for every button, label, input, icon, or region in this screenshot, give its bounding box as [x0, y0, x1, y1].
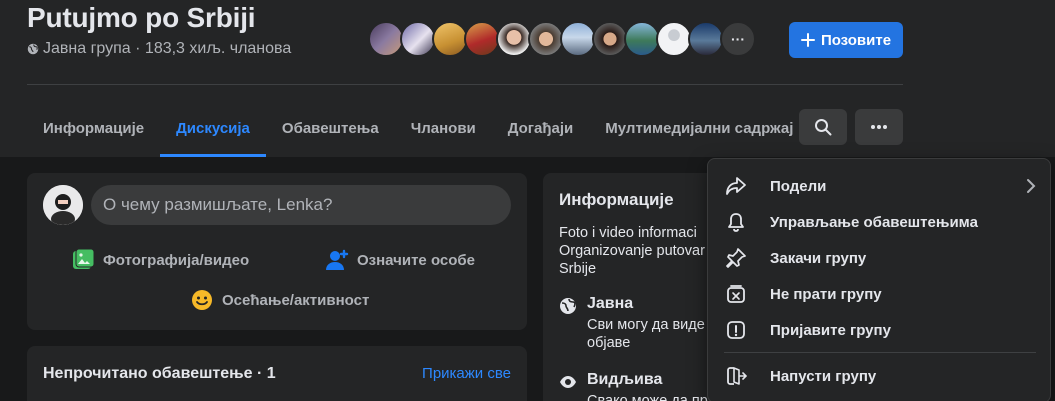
menu-item-label: Не прати групу: [770, 285, 882, 303]
member-avatars[interactable]: ···: [368, 21, 756, 57]
avatar[interactable]: [432, 21, 468, 57]
group-tabs: Информације Дискусија Обавештења Чланови…: [27, 99, 809, 157]
search-icon: [815, 119, 832, 136]
menu-item-label: Подели: [770, 177, 827, 195]
visible-desc: Свако може да пр: [587, 393, 708, 401]
menu-item-report[interactable]: Пријавите групу: [716, 312, 1044, 348]
group-meta: Јавна група · 183,3 хиљ. чланова: [27, 40, 291, 58]
globe-icon: [560, 298, 576, 314]
tab-events[interactable]: Догађаји: [492, 99, 590, 157]
tab-announcements[interactable]: Обавештења: [266, 99, 395, 157]
menu-item-pin-group[interactable]: Закачи групу: [716, 240, 1044, 276]
about-description: Foto i video informaci Organizovanje put…: [559, 225, 705, 277]
menu-divider: [724, 352, 1036, 353]
post-composer: О чему размишљате, Lenka? Фотографија/ви…: [27, 173, 527, 330]
feeling-activity-button[interactable]: Осећање/активност: [190, 288, 369, 312]
group-title[interactable]: Putujmo po Srbiji: [27, 2, 256, 34]
report-icon: [724, 318, 748, 342]
avatar[interactable]: [368, 21, 404, 57]
tag-people-icon: [326, 249, 349, 270]
composer-input[interactable]: О чему размишљате, Lenka?: [91, 185, 511, 225]
photo-icon: [73, 248, 95, 269]
search-button[interactable]: [799, 109, 847, 145]
menu-item-label: Пријавите групу: [770, 321, 891, 339]
visible-row: Видљива Свако може да пр: [559, 371, 711, 401]
invite-label: Позовите: [820, 31, 892, 49]
public-row: Јавна Сви могу да виде објаве: [559, 295, 711, 352]
chevron-right-icon: [1026, 178, 1036, 199]
more-members-button[interactable]: ···: [720, 21, 756, 57]
composer-placeholder: О чему размишљате, Lenka?: [103, 195, 333, 214]
group-meta-text: Јавна група · 183,3 хиљ. чланова: [43, 40, 292, 57]
tag-people-button[interactable]: Означите особе: [325, 248, 475, 272]
share-icon: [724, 174, 748, 198]
more-members-label: ···: [731, 31, 745, 47]
menu-item-share[interactable]: Подели: [716, 168, 1044, 204]
more-icon: [871, 125, 887, 129]
unfollow-icon: [724, 282, 748, 306]
tab-discussion[interactable]: Дискусија: [160, 99, 266, 157]
plus-icon: [800, 33, 815, 47]
invite-button[interactable]: Позовите: [789, 22, 903, 58]
menu-item-label: Закачи групу: [770, 249, 867, 267]
avatar[interactable]: [688, 21, 724, 57]
avatar[interactable]: [400, 21, 436, 57]
tab-members[interactable]: Чланови: [395, 99, 492, 157]
photo-video-button[interactable]: Фотографија/видео: [71, 248, 249, 272]
pin-icon: [724, 246, 748, 270]
see-all-link[interactable]: Прикажи све: [422, 365, 511, 382]
menu-item-manage-notifications[interactable]: Управљање обавештењима: [716, 204, 1044, 240]
avatar[interactable]: [560, 21, 596, 57]
unread-announcements-card: Непрочитано обавештење · 1 Прикажи све: [27, 346, 527, 401]
globe-icon: [27, 43, 39, 55]
about-title: Информације: [559, 190, 674, 209]
avatar[interactable]: [496, 21, 532, 57]
group-header: Putujmo po Srbiji Јавна група · 183,3 хи…: [0, 0, 1055, 157]
header-divider: [27, 84, 903, 85]
avatar[interactable]: [624, 21, 660, 57]
public-desc: Сви могу да виде објаве: [587, 317, 705, 351]
avatar[interactable]: [528, 21, 564, 57]
tab-media[interactable]: Мултимедијални садржај: [589, 99, 809, 157]
group-options-menu: Подели Управљање обавештењима Закачи гру…: [707, 158, 1051, 401]
avatar[interactable]: [464, 21, 500, 57]
menu-item-leave-group[interactable]: Напусти групу: [716, 358, 1044, 394]
avatar[interactable]: [592, 21, 628, 57]
menu-item-label: Управљање обавештењима: [770, 213, 978, 231]
smiley-icon: [192, 290, 212, 310]
public-title: Јавна: [587, 295, 634, 312]
photo-video-label: Фотографија/видео: [103, 251, 250, 269]
avatar[interactable]: [43, 185, 83, 225]
leave-icon: [724, 364, 748, 388]
menu-item-label: Напусти групу: [770, 367, 877, 385]
avatar[interactable]: [656, 21, 692, 57]
menu-item-unfollow[interactable]: Не прати групу: [716, 276, 1044, 312]
visible-title: Видљива: [587, 371, 663, 388]
eye-icon: [560, 376, 576, 388]
tag-people-label: Означите особе: [357, 251, 476, 269]
feeling-activity-label: Осећање/активност: [222, 291, 370, 309]
bell-icon: [724, 210, 748, 234]
unread-title: Непрочитано обавештење · 1: [43, 365, 276, 382]
tab-about[interactable]: Информације: [27, 99, 160, 157]
more-options-button[interactable]: [855, 109, 903, 145]
